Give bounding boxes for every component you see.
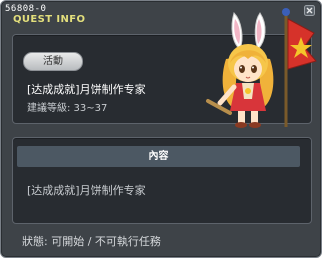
npc-character-illustration <box>206 8 317 128</box>
quest-content-panel: 內容 [达成成就]月饼制作专家 <box>12 137 312 224</box>
window-title: QUEST INFO <box>13 14 86 25</box>
content-section-header: 內容 <box>17 146 300 167</box>
quest-info-window: 56808-0 QUEST INFO 活動 [达成成就]月饼制作专家 建議等級:… <box>0 0 322 258</box>
content-text: [达成成就]月饼制作专家 <box>27 184 146 197</box>
quest-category-badge: 活動 <box>23 52 83 71</box>
quest-name: [达成成就]月饼制作专家 <box>27 83 146 96</box>
quest-status: 狀態: 可開始 / 不可執行任務 <box>22 235 161 248</box>
level-requirement: 建議等級: 33~37 <box>27 103 108 114</box>
quest-id: 56808-0 <box>5 4 47 14</box>
